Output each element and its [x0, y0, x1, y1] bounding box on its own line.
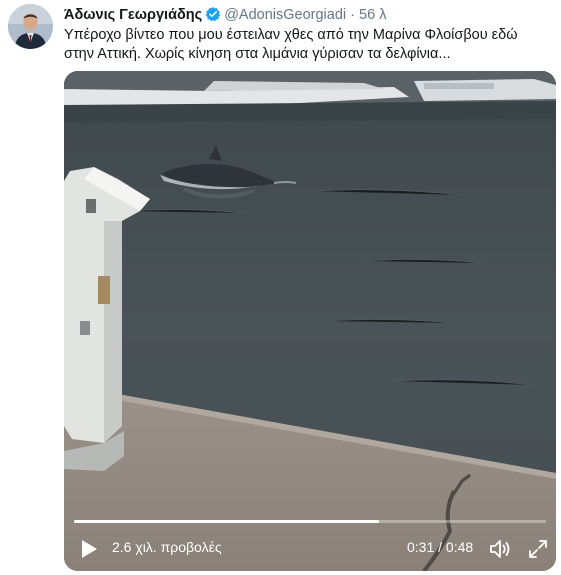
separator-dot: ·	[350, 7, 356, 23]
play-icon	[82, 540, 97, 558]
tweet[interactable]: Άδωνις Γεωργιάδης @AdonisGeorgiadi · 56 λ…	[0, 0, 561, 575]
video-controls: 2.6 χιλ. προβολές 0:31 / 0:48	[64, 527, 556, 571]
author-handle[interactable]: @AdonisGeorgiadi	[224, 7, 346, 23]
tweet-text-line: στην Αττική. Χωρίς κίνηση στα λιμάνια γύ…	[64, 46, 451, 62]
tweet-header: Άδωνις Γεωργιάδης @AdonisGeorgiadi · 56 λ	[64, 6, 386, 24]
video-timer: 0:31 / 0:48	[407, 539, 474, 555]
progress-bar[interactable]	[74, 520, 546, 523]
avatar[interactable]	[8, 4, 53, 49]
tweet-timestamp[interactable]: 56 λ	[359, 7, 386, 23]
tweet-text: Υπέροχο βίντεο που μου έστειλαν χθες από…	[64, 26, 554, 64]
video-player[interactable]: 2.6 χιλ. προβολές 0:31 / 0:48	[64, 71, 556, 571]
tweet-text-line: Υπέροχο βίντεο που μου έστειλαν χθες από…	[64, 27, 518, 43]
fullscreen-icon	[529, 540, 547, 558]
fullscreen-button[interactable]	[526, 537, 550, 561]
view-count: 2.6 χιλ. προβολές	[112, 539, 222, 555]
avatar-photo	[8, 4, 53, 49]
volume-button[interactable]	[488, 537, 512, 561]
verified-badge-icon	[205, 6, 221, 22]
video-frame	[64, 71, 556, 571]
progress-fill	[74, 520, 379, 523]
author-name[interactable]: Άδωνις Γεωργιάδης	[64, 7, 202, 23]
play-button[interactable]	[78, 538, 100, 560]
volume-icon	[490, 540, 510, 558]
